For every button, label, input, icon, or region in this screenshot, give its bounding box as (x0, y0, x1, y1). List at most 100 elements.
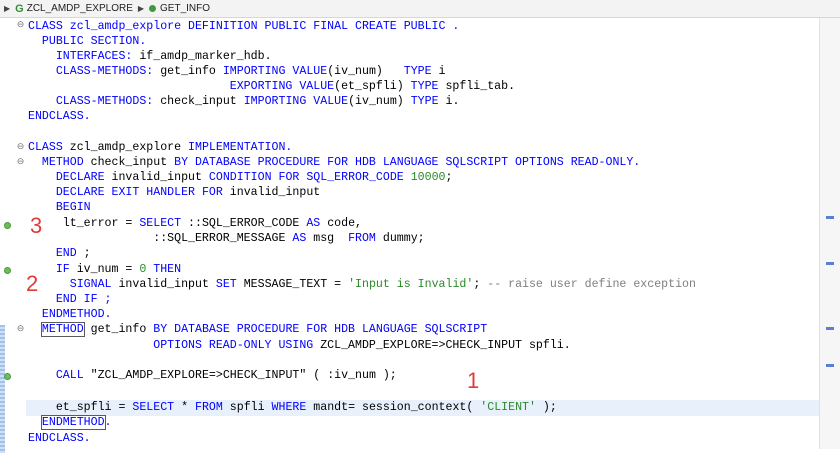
code-line: END IF ; (28, 292, 112, 307)
fold-icon[interactable]: ⊖ (16, 325, 25, 334)
class-g-icon: G (15, 2, 24, 15)
code-text: TYPE (403, 65, 432, 78)
expand-arrow-icon[interactable]: ▶ (4, 4, 10, 13)
code-text: ::SQL_ERROR_MESSAGE (153, 232, 293, 245)
code-text: 'Input is Invalid' (348, 278, 474, 291)
code-text: ; (76, 247, 91, 260)
code-text: lt_error = (55, 217, 140, 230)
change-bar (0, 325, 5, 453)
code-text: mandt= session_context( (306, 401, 481, 414)
code-text: END IF ; (55, 293, 112, 306)
code-text: IMPORTING VALUE (243, 95, 349, 108)
code-text: ENDCLASS. (28, 432, 91, 445)
occurrence-marker[interactable] (826, 327, 834, 330)
code-text: ENDMETHOD. (41, 308, 112, 321)
code-text: 10000 (403, 171, 446, 184)
code-line: METHOD check_input BY DATABASE PROCEDURE… (28, 155, 640, 170)
code-text: CLASS-METHODS: (55, 65, 154, 78)
code-text: SELECT (132, 401, 175, 414)
code-text: ; (445, 171, 453, 184)
breadcrumb-item-method[interactable]: GET_INFO (149, 3, 210, 14)
code-text: CALL (55, 369, 84, 382)
occurrence-marker[interactable] (826, 262, 834, 265)
code-text: SET (215, 278, 237, 291)
code-text: * (174, 401, 195, 414)
code-line: CLASS zcl_amdp_explore IMPLEMENTATION. (28, 140, 292, 155)
code-text: BY DATABASE PROCEDURE FOR HDB LANGUAGE S… (174, 156, 641, 169)
method-icon (149, 5, 157, 12)
code-line: OPTIONS READ-ONLY USING ZCL_AMDP_EXPLORE… (28, 338, 571, 353)
code-text: spfli_tab. (438, 80, 516, 93)
breadcrumb: ▶ G ZCL_AMDP_EXPLORE ▶ GET_INFO (0, 0, 840, 18)
code-text: get_info (83, 323, 154, 336)
code-line: INTERFACES: if_amdp_marker_hdb. (28, 49, 272, 64)
code-line: CLASS zcl_amdp_explore DEFINITION PUBLIC… (28, 19, 459, 34)
code-text: SIGNAL (69, 278, 112, 291)
code-editor[interactable]: ⊖ ⊖ ⊖ ⊖ CLASS zcl_amdp_explore DEFINITIO… (0, 18, 838, 453)
code-text: invalid_input (111, 278, 216, 291)
code-line: CALL "ZCL_AMDP_EXPLORE=>CHECK_INPUT" ( :… (28, 368, 397, 383)
code-text: TYPE (410, 95, 439, 108)
code-text: ENDMETHOD (40, 415, 106, 430)
fold-icon[interactable]: ⊖ (16, 21, 25, 30)
code-line: IF iv_num = 0 THEN (28, 262, 181, 277)
code-text: get_info (153, 65, 223, 78)
code-text: PUBLIC SECTION. (41, 35, 147, 48)
code-text: ::SQL_ERROR_CODE (181, 217, 307, 230)
code-text: IF (55, 263, 70, 276)
breadcrumb-separator-icon: ▶ (137, 4, 145, 13)
code-line: PUBLIC SECTION. (28, 34, 146, 49)
code-text: code, (320, 217, 362, 230)
breadcrumb-item-class[interactable]: G ZCL_AMDP_EXPLORE (15, 3, 133, 15)
code-text: END (55, 247, 77, 260)
change-marker-icon (4, 373, 11, 380)
code-line: lt_error = SELECT ::SQL_ERROR_CODE AS co… (28, 216, 362, 231)
code-comment: -- raise user define exception (487, 278, 696, 291)
code-line: ::SQL_ERROR_MESSAGE AS msg FROM dummy; (28, 231, 425, 246)
code-text: IMPLEMENTATION. (188, 141, 293, 154)
change-marker-icon (4, 267, 11, 274)
code-text: msg (306, 232, 349, 245)
code-line: CLASS-METHODS: get_info IMPORTING VALUE(… (28, 64, 446, 79)
code-text: FROM (348, 232, 376, 245)
code-text: et_spfli = (55, 401, 133, 414)
code-text: SELECT (139, 217, 182, 230)
code-text: WHERE (271, 401, 307, 414)
occurrence-marker[interactable] (826, 364, 834, 367)
code-text: check_input (83, 156, 175, 169)
code-text: METHOD (41, 156, 84, 169)
code-text: DECLARE (55, 171, 105, 184)
code-text: INTERFACES: (55, 50, 133, 63)
code-text: MESSAGE_TEXT = (236, 278, 349, 291)
code-text: iv_num = (69, 263, 140, 276)
code-text: ZCL_AMDP_EXPLORE=>CHECK_INPUT spfli. (313, 339, 571, 352)
code-text: EXPORTING VALUE (229, 80, 335, 93)
code-text: DECLARE EXIT HANDLER FOR (55, 186, 223, 199)
fold-icon[interactable]: ⊖ (16, 158, 25, 167)
code-text: THEN (146, 263, 182, 276)
code-text: i (431, 65, 446, 78)
code-text: dummy; (375, 232, 425, 245)
annotation-number: 1 (467, 368, 480, 393)
code-text: CLASS (28, 141, 63, 154)
code-line: SIGNAL invalid_input SET MESSAGE_TEXT = … (28, 277, 696, 292)
code-text: invalid_input (104, 171, 209, 184)
code-text: FROM (195, 401, 223, 414)
code-line: et_spfli = SELECT * FROM spfli WHERE man… (28, 400, 557, 415)
code-text: CLASS zcl_amdp_explore DEFINITION PUBLIC… (28, 20, 460, 33)
code-line: CLASS-METHODS: check_input IMPORTING VAL… (28, 94, 460, 109)
code-text: (iv_num) (348, 95, 411, 108)
code-text: AS (292, 232, 307, 245)
code-line: ENDMETHOD. (28, 307, 112, 322)
code-text: (et_spfli) (334, 80, 411, 93)
code-text: (iv_num) (327, 65, 404, 78)
fold-icon[interactable]: ⊖ (16, 143, 25, 152)
change-marker-icon (4, 222, 11, 229)
code-line: ENDMETHOD. (28, 415, 112, 430)
occurrence-marker[interactable] (826, 216, 834, 219)
code-text: IMPORTING VALUE (222, 65, 328, 78)
code-line: DECLARE invalid_input CONDITION FOR SQL_… (28, 170, 453, 185)
overview-ruler[interactable] (819, 18, 840, 449)
code-text: invalid_input (222, 186, 321, 199)
code-text: OPTIONS READ-ONLY USING (153, 339, 314, 352)
